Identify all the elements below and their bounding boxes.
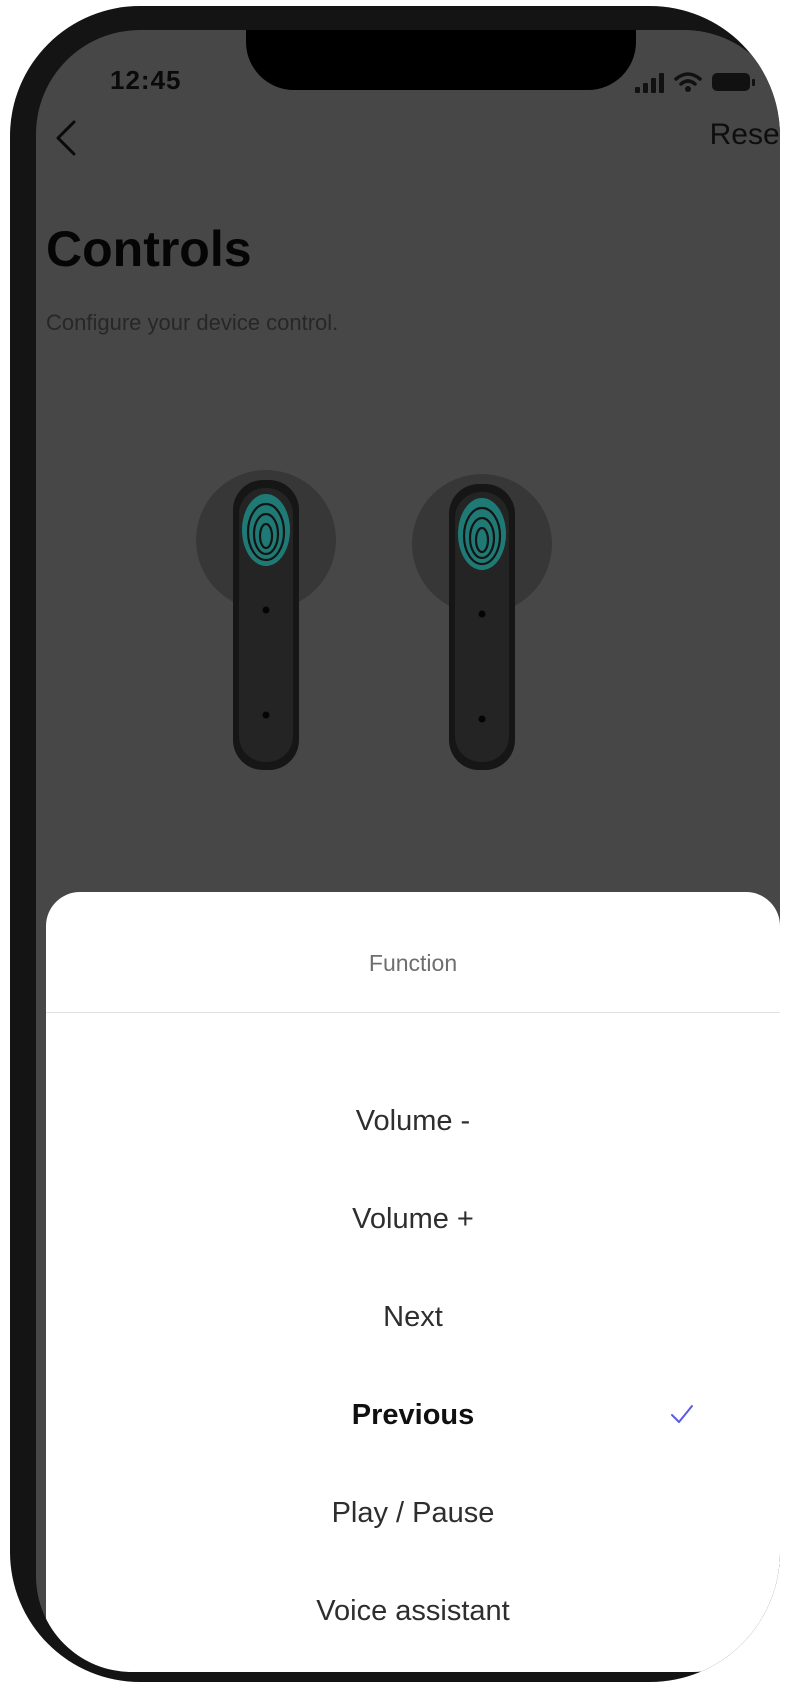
device-notch	[246, 30, 636, 90]
sheet-divider	[46, 1012, 780, 1013]
cellular-signal-icon	[635, 71, 664, 93]
option-label: Voice assistant	[316, 1594, 510, 1627]
option-label: Volume -	[355, 1104, 471, 1137]
battery-icon	[712, 73, 755, 91]
chevron-left-icon	[56, 120, 76, 156]
function-options: Volume - Volume + Next Previous Play / P…	[46, 1072, 780, 1660]
phone-frame: 12:45 Reset Controls Configure your devi…	[10, 6, 780, 1682]
left-earbud	[196, 470, 336, 770]
option-volume-up[interactable]: Volume +	[46, 1170, 780, 1268]
option-previous[interactable]: Previous	[46, 1366, 780, 1464]
page-subtitle: Configure your device control.	[46, 310, 339, 335]
app-screen: 12:45 Reset Controls Configure your devi…	[36, 30, 780, 1672]
option-label: Next	[383, 1300, 443, 1333]
status-time: 12:45	[110, 65, 182, 95]
function-sheet: Function Volume - Volume + Next Previous	[46, 892, 780, 1672]
option-label: Volume +	[352, 1202, 474, 1235]
wifi-icon	[674, 72, 702, 92]
option-next[interactable]: Next	[46, 1268, 780, 1366]
right-earbud	[412, 474, 552, 770]
reset-button[interactable]: Reset	[710, 118, 780, 152]
option-volume-down[interactable]: Volume -	[46, 1072, 780, 1170]
back-button[interactable]	[44, 110, 94, 166]
option-label: Play / Pause	[331, 1496, 495, 1529]
checkmark-icon	[671, 1405, 693, 1423]
page-title: Controls	[46, 221, 252, 277]
earbuds-illustration	[196, 470, 552, 770]
option-label: Previous	[351, 1398, 475, 1431]
status-icons	[635, 65, 755, 93]
option-voice-assistant[interactable]: Voice assistant	[46, 1562, 780, 1660]
sheet-title: Function	[368, 950, 458, 976]
option-play-pause[interactable]: Play / Pause	[46, 1464, 780, 1562]
